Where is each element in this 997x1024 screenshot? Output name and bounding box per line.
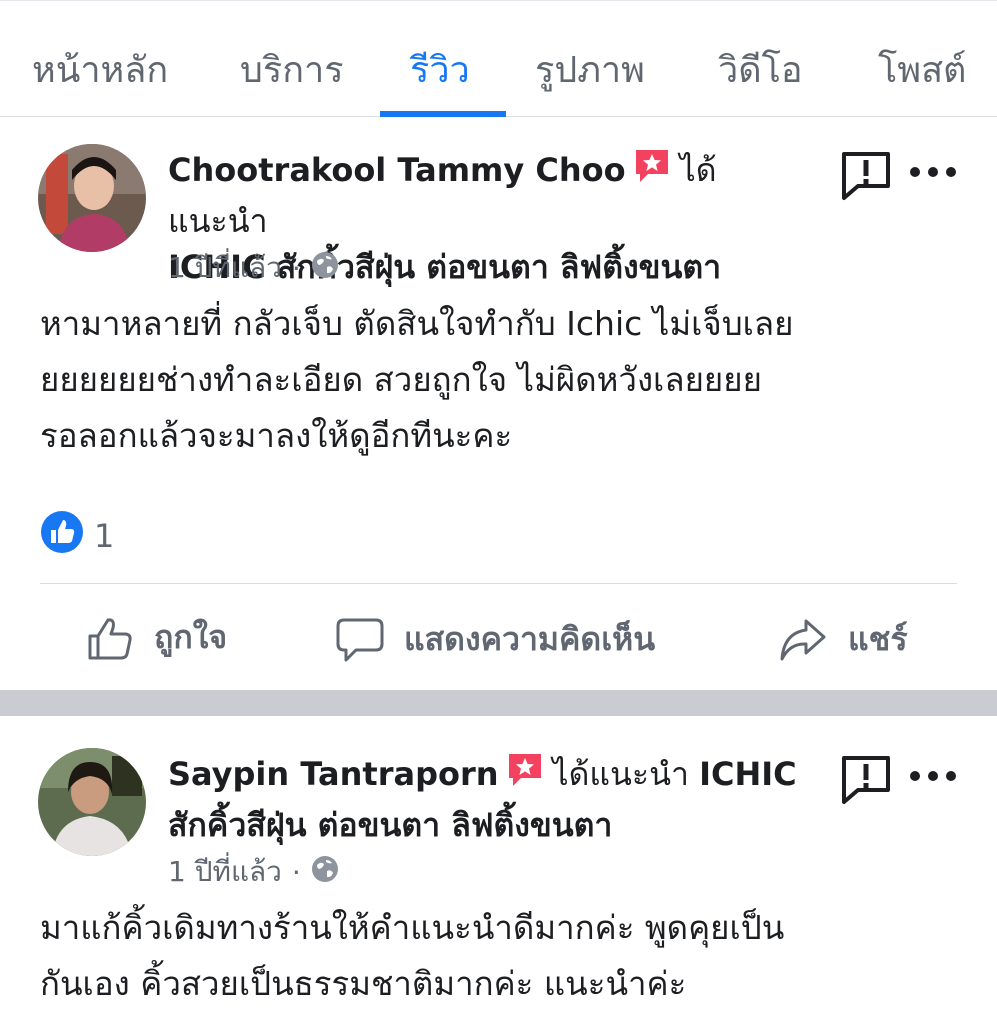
author-name[interactable]: Saypin Tantraporn <box>168 755 499 793</box>
review-post: Chootrakool Tammy Choo ได้แนะนำ ICHIC สัก… <box>0 118 997 690</box>
author-name[interactable]: Chootrakool Tammy Choo <box>168 151 626 189</box>
comment-label: แสดงความคิดเห็น <box>404 620 656 658</box>
post-body: มาแก้คิ้วเดิมทางร้านให้คำแนะนำดีมากค่ะ พ… <box>40 900 960 1012</box>
post-body-line: มาแก้คิ้วเดิมทางร้านให้คำแนะนำดีมากค่ะ พ… <box>40 908 785 947</box>
tab-posts[interactable]: โพสต์ <box>878 41 966 98</box>
tab-photos[interactable]: รูปภาพ <box>535 41 645 98</box>
page-tabs: หน้าหลัก บริการ รีวิว รูปภาพ วิดีโอ โพสต… <box>0 0 997 117</box>
page-name[interactable]: สักคิ้วสีฝุ่น ต่อขนตา ลิฟติ้งขนตา <box>168 806 612 844</box>
meta-separator: · <box>291 855 301 889</box>
report-icon[interactable] <box>836 148 896 204</box>
page-name[interactable]: ICHIC <box>699 755 797 793</box>
post-separator <box>0 690 997 716</box>
post-body-line: กันเอง คิ้วสวยเป็นธรรมชาติมากค่ะ แนะนำค่… <box>40 964 687 1003</box>
recommend-icon <box>505 750 545 802</box>
post-header: Saypin Tantraporn ได้แนะนำ ICHIC สักคิ้วส… <box>168 750 808 848</box>
comment-button[interactable]: แสดงความคิดเห็น <box>336 614 655 665</box>
post-time[interactable]: 1 ปีที่แล้ว <box>168 850 282 894</box>
tab-reviews[interactable]: รีวิว <box>410 41 470 98</box>
globe-icon <box>311 855 339 890</box>
share-icon <box>780 619 826 660</box>
active-tab-indicator <box>380 111 506 117</box>
tab-home[interactable]: หน้าหลัก <box>32 41 168 98</box>
post-meta: 1 ปีที่แล้ว · <box>168 850 339 894</box>
globe-icon <box>311 251 339 286</box>
post-body-line: หามาหลายที่ กลัวเจ็บ ตัดสินใจทำกับ Ichic… <box>40 304 794 343</box>
reaction-summary[interactable]: 1 <box>40 510 114 562</box>
report-icon[interactable] <box>836 752 896 808</box>
more-options-icon[interactable] <box>906 160 962 184</box>
like-reaction-icon <box>40 510 84 562</box>
comment-icon <box>336 618 384 661</box>
share-button[interactable]: แชร์ <box>778 614 908 665</box>
post-body-line: ยยยยยยช่างทำละเอียด สวยถูกใจ ไม่ผิดหวังเ… <box>40 360 762 399</box>
meta-separator: · <box>291 251 301 285</box>
recommend-text: ได้แนะนำ <box>552 755 689 793</box>
thumbs-up-icon <box>88 617 132 659</box>
divider <box>40 583 957 584</box>
review-post: Saypin Tantraporn ได้แนะนำ ICHIC สักคิ้วส… <box>0 716 997 1024</box>
post-body-line: รอลอกแล้วจะมาลงให้ดูอีกทีนะคะ <box>40 416 513 455</box>
like-button[interactable]: ถูกใจ <box>86 612 227 663</box>
avatar[interactable] <box>38 144 146 252</box>
tab-videos[interactable]: วิดีโอ <box>718 41 803 98</box>
avatar[interactable] <box>38 748 146 856</box>
more-options-icon[interactable] <box>906 764 962 788</box>
share-label: แชร์ <box>848 620 908 658</box>
like-label: ถูกใจ <box>154 618 228 656</box>
post-meta: 1 ปีที่แล้ว · <box>168 246 339 290</box>
like-count: 1 <box>94 517 115 555</box>
recommend-icon <box>632 146 672 198</box>
tab-services[interactable]: บริการ <box>240 41 344 98</box>
post-body: หามาหลายที่ กลัวเจ็บ ตัดสินใจทำกับ Ichic… <box>40 296 960 464</box>
post-time[interactable]: 1 ปีที่แล้ว <box>168 246 282 290</box>
